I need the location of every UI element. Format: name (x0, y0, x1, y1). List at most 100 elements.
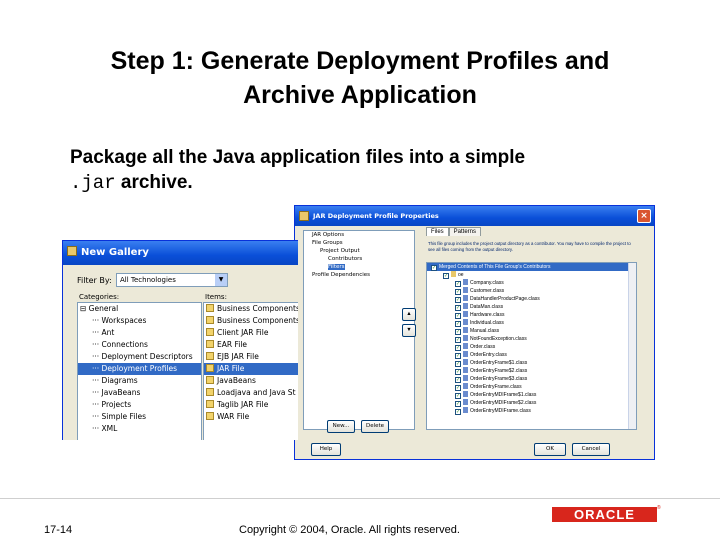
merged-contents-header[interactable]: ✓ Merged Contents of This File Group's Co… (427, 263, 636, 271)
tree-node[interactable]: Contributors (304, 255, 414, 263)
file-row[interactable]: ✓ Order.class (427, 343, 636, 351)
cancel-button[interactable]: Cancel (572, 443, 610, 456)
category-item[interactable]: ··· Workspaces (78, 315, 201, 327)
file-icon (206, 328, 214, 336)
tree-connector: ··· (92, 424, 102, 433)
class-file-icon (463, 287, 468, 293)
files-scrollbar[interactable] (628, 263, 636, 429)
gallery-item[interactable]: JavaBeans (204, 375, 298, 387)
class-file-icon (463, 343, 468, 349)
file-row[interactable]: ✓ OrderEntryFrame$3.class (427, 375, 636, 383)
file-row[interactable]: ✓ OrderEntryMDIFrame$2.class (427, 399, 636, 407)
file-row[interactable]: ✓ OrderEntryFrame$1.class (427, 359, 636, 367)
file-row[interactable]: ✓ NotFoundException.class (427, 335, 636, 343)
gallery-item-label: Business Components (217, 316, 298, 325)
filter-select[interactable]: All Technologies ▼ (116, 273, 228, 287)
file-group-description: This file group includes the project out… (428, 241, 631, 252)
delete-button[interactable]: Delete (361, 420, 389, 433)
file-name: Hardware.class (470, 312, 505, 318)
tree-connector: ··· (92, 352, 102, 361)
category-label: General (88, 304, 119, 313)
category-item[interactable]: ⊟ General (78, 303, 201, 315)
gallery-item[interactable]: Taglib JAR File (204, 399, 298, 411)
tree-node-label: JAR Options (312, 232, 345, 238)
file-row[interactable]: ✓ Company.class (427, 279, 636, 287)
new-button[interactable]: New... (327, 420, 355, 433)
ok-button[interactable]: OK (534, 443, 566, 456)
folder-node[interactable]: ✓ oe (427, 271, 636, 279)
file-row[interactable]: ✓ Individual.class (427, 319, 636, 327)
new-gallery-dialog: New Gallery Filter By: All Technologies … (62, 240, 298, 440)
gallery-item[interactable]: EAR File (204, 339, 298, 351)
tree-node-label: File Groups (312, 240, 343, 246)
category-label: XML (101, 424, 118, 433)
file-row[interactable]: ✓ Hardware.class (427, 311, 636, 319)
category-item[interactable]: ··· Projects (78, 399, 201, 411)
body-suffix: archive. (115, 172, 193, 193)
gallery-item[interactable]: WAR File (204, 411, 298, 423)
tab-patterns[interactable]: Patterns (448, 227, 482, 236)
gallery-item[interactable]: Client JAR File (204, 327, 298, 339)
tree-node[interactable]: Profile Dependencies (304, 271, 414, 279)
category-item[interactable]: ··· XML (78, 423, 201, 435)
category-label: Simple Files (101, 412, 146, 421)
tree-node-label: Contributors (328, 256, 363, 262)
file-icon (206, 376, 214, 384)
file-row[interactable]: ✓ OrderEntryMDIFrame$1.class (427, 391, 636, 399)
slide-title: Step 1: Generate Deployment Profiles and… (40, 44, 680, 112)
gallery-item-label: JAR File (217, 364, 245, 373)
class-file-icon (463, 335, 468, 341)
category-item[interactable]: ··· Deployment Descriptors (78, 351, 201, 363)
gallery-title: New Gallery (81, 247, 149, 258)
gallery-titlebar: New Gallery (63, 241, 298, 265)
merged-contents-list: ✓ Merged Contents of This File Group's Co… (426, 262, 637, 430)
file-row[interactable]: ✓ DataHandlerProductPage.class (427, 295, 636, 303)
file-row[interactable]: ✓ OrderEntry.class (427, 351, 636, 359)
file-name: OrderEntryFrame$1.class (470, 360, 528, 366)
category-item[interactable]: ··· JavaBeans (78, 387, 201, 399)
checkbox[interactable]: ✓ (455, 409, 461, 415)
chevron-down-icon[interactable]: ▼ (215, 274, 227, 286)
move-up-button[interactable]: ▲ (402, 308, 416, 321)
class-file-icon (463, 367, 468, 373)
gallery-item[interactable]: Loadjava and Java St (204, 387, 298, 399)
file-row[interactable]: ✓ DataMan.class (427, 303, 636, 311)
file-row[interactable]: ✓ OrderEntryFrame$2.class (427, 367, 636, 375)
gallery-item[interactable]: JAR File (204, 363, 298, 375)
file-icon (206, 352, 214, 360)
gallery-item-label: Loadjava and Java St (217, 388, 296, 397)
file-row[interactable]: ✓ OrderEntryMDIFrame.class (427, 407, 636, 415)
tree-connector: ⊟ (80, 304, 89, 313)
gallery-item[interactable]: EJB JAR File (204, 351, 298, 363)
category-item[interactable]: ··· Simple Files (78, 411, 201, 423)
category-item[interactable]: ··· Diagrams (78, 375, 201, 387)
move-down-button[interactable]: ▼ (402, 324, 416, 337)
gallery-item[interactable]: Business Components (204, 303, 298, 315)
tree-node[interactable]: File Groups (304, 239, 414, 247)
tree-connector: ··· (92, 328, 102, 337)
file-row[interactable]: ✓ OrderEntryFrame.class (427, 383, 636, 391)
file-name: OrderEntryMDIFrame.class (470, 408, 531, 414)
jar-dialog-close-button[interactable]: × (637, 209, 651, 223)
slide-number: 17-14 (44, 524, 73, 536)
file-row[interactable]: ✓ Manual.class (427, 327, 636, 335)
tab-files[interactable]: Files (426, 227, 449, 236)
category-label: Connections (101, 340, 148, 349)
jdev-icon (299, 211, 309, 221)
class-file-icon (463, 407, 468, 413)
help-button[interactable]: Help (311, 443, 341, 456)
category-item[interactable]: ··· Ant (78, 327, 201, 339)
class-file-icon (463, 303, 468, 309)
category-label: Projects (101, 400, 132, 409)
file-row[interactable]: ✓ Customer.class (427, 287, 636, 295)
items-list: Business Components Business Components Cl… (203, 302, 298, 440)
gallery-item-label: Business Components (217, 304, 298, 313)
tree-node[interactable]: JAR Options (304, 231, 414, 239)
gallery-item[interactable]: Business Components (204, 315, 298, 327)
class-file-icon (463, 359, 468, 365)
category-item[interactable]: ··· Connections (78, 339, 201, 351)
class-file-icon (463, 399, 468, 405)
category-item[interactable]: ··· Deployment Profiles (78, 363, 201, 375)
tree-node[interactable]: Project Output (304, 247, 414, 255)
tree-node[interactable]: Filters (304, 263, 414, 271)
